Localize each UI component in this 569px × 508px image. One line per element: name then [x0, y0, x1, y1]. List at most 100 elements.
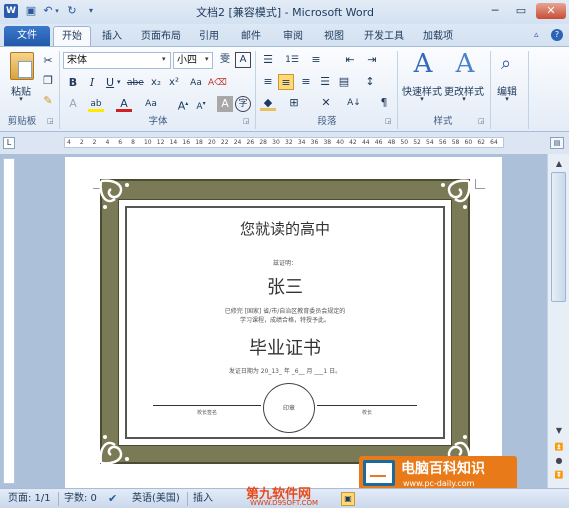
change-case-icon[interactable]: Aa	[188, 75, 204, 91]
underline-icon[interactable]: U	[102, 75, 118, 91]
borders-icon[interactable]: ⊞	[286, 95, 302, 111]
font-name-dropdown-icon[interactable]: ▾	[162, 55, 166, 63]
show-marks-icon[interactable]: ¶	[376, 95, 392, 111]
view-ruler-icon[interactable]: ▤	[550, 137, 564, 149]
quick-styles-dropdown-icon[interactable]: ▾	[416, 95, 428, 103]
close-button[interactable]: ✕	[536, 3, 566, 19]
word-count[interactable]: 字数: 0	[64, 492, 97, 506]
document-page[interactable]: 您就读的高中 兹证明： 张三 已修完 [国家] 省/市/自治区教育委员会规定的 …	[65, 157, 517, 494]
vertical-ruler[interactable]	[3, 158, 15, 484]
paste-dropdown-icon[interactable]: ▾	[15, 95, 27, 103]
italic-icon[interactable]: I	[84, 75, 100, 91]
clear-format-icon[interactable]: A⌫	[208, 75, 227, 91]
shrink-font-icon[interactable]: A▾	[193, 96, 209, 112]
body-line-2[interactable]: 学习课程，成绩合格，特授予此。	[125, 315, 445, 324]
body-line-1[interactable]: 已修完 [国家] 省/市/自治区教育委员会规定的	[125, 306, 445, 315]
font-size-aa-icon[interactable]: Aa	[143, 96, 159, 112]
copy-icon[interactable]: ❐	[40, 73, 56, 89]
format-painter-icon[interactable]: ✎	[40, 93, 56, 109]
next-page-icon[interactable]: ⏬	[552, 468, 566, 482]
align-center-icon[interactable]: ≡	[278, 74, 294, 90]
char-shading-icon[interactable]: A	[217, 96, 233, 112]
tab-developer[interactable]: 开发工具	[358, 27, 410, 46]
redo-icon[interactable]: ↻	[65, 4, 79, 18]
scroll-up-icon[interactable]: ▲	[552, 157, 566, 171]
issue-date-line[interactable]: 发证日期为 20_13_ 年 _6__ 月 ___1 日。	[125, 366, 445, 375]
superscript-icon[interactable]: x²	[166, 75, 182, 91]
chinese-layout-icon[interactable]: ✕	[318, 95, 334, 111]
bold-icon[interactable]: B	[65, 75, 81, 91]
browse-object-icon[interactable]: ●	[552, 454, 566, 468]
line-spacing-icon[interactable]: ↕	[362, 74, 378, 90]
multilevel-list-icon[interactable]: ≡	[308, 52, 324, 68]
minimize-ribbon-icon[interactable]: ▵	[534, 30, 539, 40]
sort-icon[interactable]: A↓	[346, 95, 362, 111]
justify-icon[interactable]: ☰	[317, 74, 333, 90]
tab-insert[interactable]: 插入	[96, 27, 128, 46]
proofing-icon[interactable]: ✔	[108, 492, 117, 505]
align-left-icon[interactable]: ≡	[260, 74, 276, 90]
distributed-icon[interactable]: ▤	[336, 74, 352, 90]
horizontal-ruler[interactable]: 4 2 2 4 6 8 10 12 14 16 18 20 22 24 26 28 30 32 34 36 38 40 42…	[64, 137, 504, 148]
strikethrough-icon[interactable]: abe	[127, 75, 144, 91]
bullets-icon[interactable]: ☰	[260, 52, 276, 68]
certificate-title[interactable]: 毕业证书	[125, 334, 445, 360]
clipboard-launcher-icon[interactable]: ◲	[47, 117, 54, 125]
styles-launcher-icon[interactable]: ◲	[478, 117, 485, 125]
tab-addins[interactable]: 加载项	[418, 27, 458, 46]
print-layout-view-icon[interactable]: ▣	[341, 492, 355, 506]
school-heading[interactable]: 您就读的高中	[125, 218, 445, 239]
tab-home[interactable]: 开始	[53, 26, 91, 47]
certify-label[interactable]: 兹证明：	[125, 258, 445, 267]
phonetic-guide-icon[interactable]: 雯	[217, 52, 233, 68]
font-size-dropdown-icon[interactable]: ▾	[205, 55, 209, 63]
editing-dropdown-icon[interactable]: ▾	[501, 95, 513, 103]
student-name[interactable]: 张三	[125, 273, 445, 299]
font-color-icon[interactable]: A	[116, 96, 132, 112]
subscript-icon[interactable]: x₂	[148, 75, 164, 91]
tab-view[interactable]: 视图	[318, 27, 350, 46]
char-border-icon[interactable]: A	[235, 52, 251, 68]
font-name-combo[interactable]: 宋体	[63, 52, 171, 69]
text-effects-icon[interactable]: A	[65, 96, 81, 112]
tab-file[interactable]: 文件	[4, 26, 50, 46]
customize-quick-access-icon[interactable]: ▾	[84, 4, 98, 18]
page-count[interactable]: 页面: 1/1	[8, 492, 51, 506]
tab-selector-icon[interactable]: L	[3, 137, 15, 149]
decrease-indent-icon[interactable]: ⇤	[342, 52, 358, 68]
grow-font-icon[interactable]: A▴	[175, 96, 191, 113]
signature-left-label[interactable]: 校长签名	[153, 409, 261, 416]
word-app-icon[interactable]: W	[4, 4, 18, 18]
increase-indent-icon[interactable]: ⇥	[364, 52, 380, 68]
change-styles-icon[interactable]: A	[450, 50, 480, 78]
help-icon[interactable]: ?	[551, 29, 563, 41]
font-launcher-icon[interactable]: ◲	[243, 117, 250, 125]
language-indicator[interactable]: 英语(美国)	[132, 492, 180, 506]
undo-dropdown-icon[interactable]: ▾	[53, 4, 61, 18]
save-icon[interactable]: ▣	[24, 4, 38, 18]
enclose-char-icon[interactable]: 字	[235, 96, 251, 112]
seal-label[interactable]: 印章	[263, 403, 315, 412]
shading-icon[interactable]: ◆	[260, 95, 276, 111]
change-styles-dropdown-icon[interactable]: ▾	[458, 95, 470, 103]
numbering-icon[interactable]: 1☰	[284, 52, 300, 68]
insert-mode[interactable]: 插入	[193, 492, 213, 506]
align-right-icon[interactable]: ≡	[298, 74, 314, 90]
tab-mailings[interactable]: 邮件	[235, 27, 267, 46]
minimize-button[interactable]: ─	[484, 3, 506, 19]
paragraph-launcher-icon[interactable]: ◲	[385, 117, 392, 125]
quick-styles-icon[interactable]: A	[408, 50, 438, 78]
maximize-button[interactable]: ▭	[510, 3, 532, 19]
prev-page-icon[interactable]: ⏫	[552, 440, 566, 454]
signature-right-label[interactable]: 校长	[317, 409, 417, 416]
cut-icon[interactable]: ✂	[40, 53, 56, 69]
highlight-color-icon[interactable]: ab	[88, 96, 104, 112]
tab-references[interactable]: 引用	[193, 27, 225, 46]
vertical-scrollbar[interactable]: ▲ ▼ ⏫ ● ⏬	[547, 154, 569, 488]
tab-page-layout[interactable]: 页面布局	[135, 27, 187, 46]
scroll-thumb[interactable]	[551, 172, 566, 302]
editing-icon[interactable]: ⌕	[497, 53, 515, 75]
tab-review[interactable]: 审阅	[277, 27, 309, 46]
scroll-down-icon[interactable]: ▼	[552, 424, 566, 438]
underline-dropdown-icon[interactable]: ▾	[117, 78, 121, 86]
